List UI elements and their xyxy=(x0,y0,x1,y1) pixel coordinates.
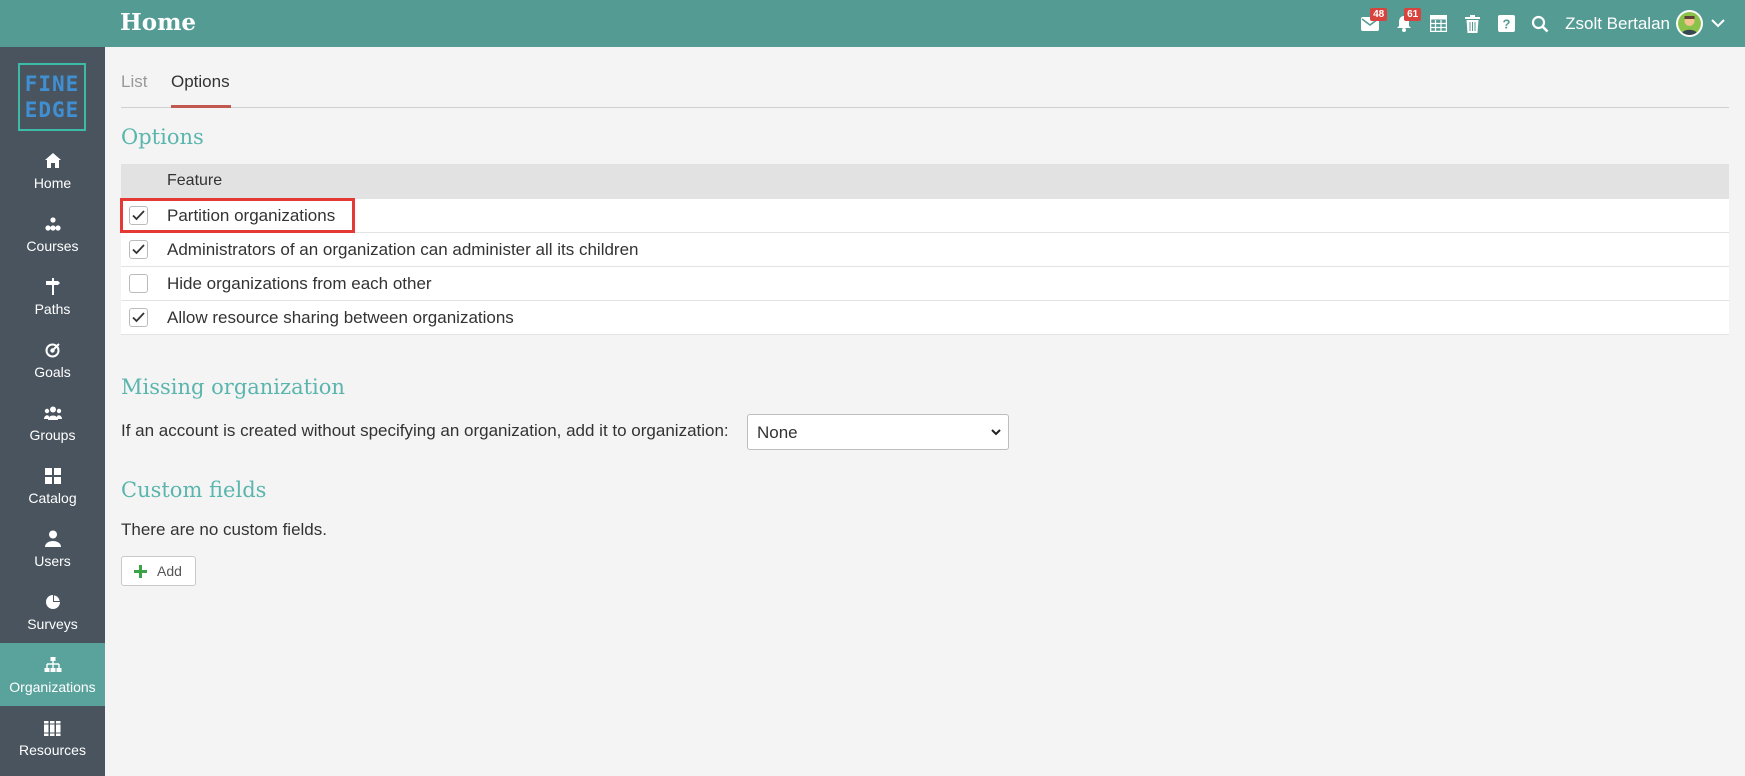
calendar-icon xyxy=(1429,15,1447,32)
sidebar-item-label: Groups xyxy=(29,426,76,443)
active-tab-indicator xyxy=(171,105,231,108)
tab-bar: List Options xyxy=(121,60,1729,108)
option-checkbox[interactable] xyxy=(129,274,148,293)
logo[interactable]: FINE EDGE xyxy=(18,63,86,131)
messages-badge: 48 xyxy=(1370,7,1388,21)
sidebar-item-label: Users xyxy=(34,552,71,569)
grid-icon xyxy=(44,466,61,486)
sidebar-item-paths[interactable]: Paths xyxy=(0,265,105,328)
help-icon: ? xyxy=(1497,15,1515,32)
highlight-box xyxy=(120,198,355,233)
pie-icon xyxy=(45,592,61,612)
sidebar-item-label: Courses xyxy=(26,237,79,254)
option-label: Hide organizations from each other xyxy=(167,274,432,293)
tab-options[interactable]: Options xyxy=(171,72,230,92)
table-row: Hide organizations from each other xyxy=(121,267,1729,301)
svg-text:?: ? xyxy=(1502,17,1510,32)
logo-line-2: EDGE xyxy=(24,98,80,122)
chevron-down-icon xyxy=(991,429,1001,436)
organization-select[interactable]: None xyxy=(747,414,1009,450)
home-icon xyxy=(44,151,61,171)
options-section-title: Options xyxy=(121,125,204,149)
notifications-button[interactable]: 61 xyxy=(1387,7,1422,39)
sidebar-item-catalog[interactable]: Catalog xyxy=(0,454,105,517)
chevron-down-icon[interactable] xyxy=(1711,19,1725,28)
table-row: Partition organizations xyxy=(121,199,1729,233)
sidebar-item-resources[interactable]: Resources xyxy=(0,706,105,769)
sidebar: FINE EDGE Home Courses Paths Goals Group… xyxy=(0,47,105,776)
tab-list[interactable]: List xyxy=(121,72,147,92)
sidebar-item-goals[interactable]: Goals xyxy=(0,328,105,391)
sidebar-item-label: Goals xyxy=(34,363,71,380)
organization-select-value: None xyxy=(757,423,798,442)
feature-column-header: Feature xyxy=(167,172,223,189)
top-icons: 48 61 ? Zsolt Bertalan xyxy=(1353,0,1725,47)
add-button-label: Add xyxy=(157,563,182,579)
sidebar-item-label: Home xyxy=(33,174,72,191)
logo-line-1: FINE xyxy=(24,72,80,96)
sidebar-item-label: Catalog xyxy=(28,489,77,506)
sidebar-item-label: Paths xyxy=(34,300,71,317)
option-checkbox[interactable] xyxy=(129,240,148,259)
username[interactable]: Zsolt Bertalan xyxy=(1565,14,1670,34)
option-label: Administrators of an organization can ad… xyxy=(167,240,639,259)
option-label: Allow resource sharing between organizat… xyxy=(167,308,514,327)
custom-fields-title: Custom fields xyxy=(121,478,267,502)
top-bar: Home 48 61 ? Zsolt Bertalan xyxy=(0,0,1745,47)
books-icon xyxy=(44,718,61,738)
trash-button[interactable] xyxy=(1455,9,1489,39)
sidebar-item-label: Surveys xyxy=(27,615,78,632)
trash-icon xyxy=(1464,14,1480,33)
sidebar-item-label: Organizations xyxy=(9,678,96,695)
no-custom-fields-text: There are no custom fields. xyxy=(121,520,327,539)
sidebar-item-surveys[interactable]: Surveys xyxy=(0,580,105,643)
option-checkbox[interactable] xyxy=(129,308,148,327)
help-button[interactable]: ? xyxy=(1489,9,1523,39)
sidebar-item-home[interactable]: Home xyxy=(0,139,105,202)
target-icon xyxy=(45,340,61,360)
avatar-image xyxy=(1678,12,1701,35)
missing-organization-title: Missing organization xyxy=(121,375,345,399)
options-table-header: Feature xyxy=(121,164,1729,199)
missing-organization-text: If an account is created without specify… xyxy=(121,421,729,440)
courses-icon xyxy=(44,214,61,234)
avatar[interactable] xyxy=(1676,10,1703,37)
notifications-badge: 61 xyxy=(1404,7,1422,21)
user-icon xyxy=(44,529,61,549)
page-title: Home xyxy=(120,9,197,36)
sidebar-item-users[interactable]: Users xyxy=(0,517,105,580)
table-row: Administrators of an organization can ad… xyxy=(121,233,1729,267)
checkmark-icon xyxy=(132,244,145,255)
search-button[interactable] xyxy=(1523,9,1557,39)
add-custom-field-button[interactable]: Add xyxy=(121,556,196,586)
sidebar-item-courses[interactable]: Courses xyxy=(0,202,105,265)
table-row: Allow resource sharing between organizat… xyxy=(121,301,1729,335)
plus-icon xyxy=(134,564,147,578)
org-chart-icon xyxy=(44,655,62,675)
sidebar-item-label: Resources xyxy=(19,741,86,758)
group-icon xyxy=(43,403,62,423)
sidebar-item-groups[interactable]: Groups xyxy=(0,391,105,454)
sidebar-item-organizations[interactable]: Organizations xyxy=(0,643,105,706)
checkmark-icon xyxy=(132,312,145,323)
messages-button[interactable]: 48 xyxy=(1353,7,1388,39)
calendar-button[interactable] xyxy=(1421,9,1455,39)
signpost-icon xyxy=(45,277,61,297)
search-icon xyxy=(1532,15,1549,32)
